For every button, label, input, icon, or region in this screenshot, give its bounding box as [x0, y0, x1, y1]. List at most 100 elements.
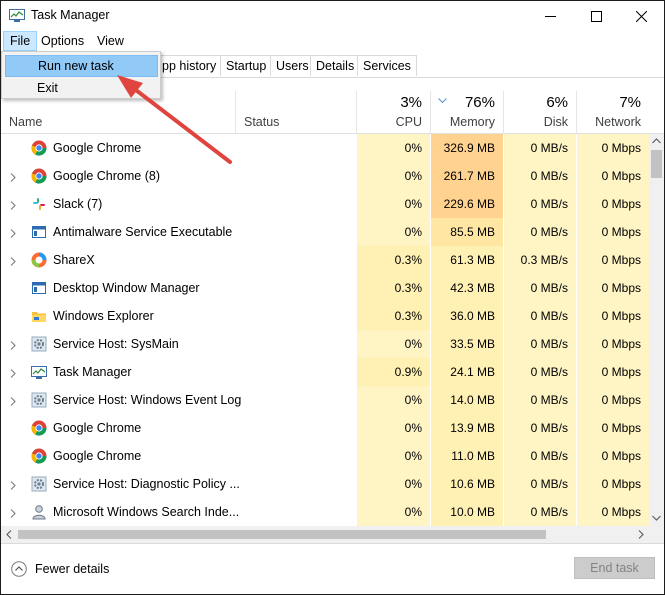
expand-chevron-icon[interactable]: [10, 507, 16, 521]
disk-cell: 0 MB/s: [503, 330, 576, 358]
window-title: Task Manager: [31, 8, 110, 22]
gear-icon: [31, 336, 47, 352]
vertical-scroll-thumb[interactable]: [651, 150, 662, 178]
scrollbar-corner: [649, 526, 664, 543]
process-name: Google Chrome: [53, 141, 142, 155]
minimize-button[interactable]: [527, 1, 573, 31]
gear-icon: [31, 392, 47, 408]
scroll-left-icon[interactable]: [6, 530, 12, 539]
vertical-scrollbar[interactable]: [649, 134, 664, 526]
network-cell: 0 Mbps: [576, 358, 649, 386]
tab-services[interactable]: Services: [357, 55, 417, 76]
fewer-details-link[interactable]: Fewer details: [11, 561, 109, 577]
memory-total: 76%: [464, 94, 495, 111]
menu-run-new-task[interactable]: Run new task: [5, 55, 158, 77]
network-cell: 0 Mbps: [576, 330, 649, 358]
disk-cell: 0 MB/s: [503, 302, 576, 330]
expand-chevron-icon[interactable]: [10, 255, 16, 269]
process-row[interactable]: Service Host: SysMain 0% 33.5 MB 0 MB/s 0 Mb…: [1, 330, 649, 358]
col-memory-label: Memory: [449, 115, 495, 129]
process-row[interactable]: Google Chrome (8) 0% 261.7 MB 0 MB/s 0 Mbps: [1, 162, 649, 190]
menu-view[interactable]: View: [91, 31, 130, 51]
process-row[interactable]: Desktop Window Manager 0.3% 42.3 MB 0 MB/s 0…: [1, 274, 649, 302]
process-row[interactable]: Service Host: Diagnostic Policy ... 0% 10.…: [1, 470, 649, 498]
network-cell: 0 Mbps: [576, 274, 649, 302]
scroll-up-icon[interactable]: [652, 138, 661, 144]
expand-chevron-icon[interactable]: [10, 171, 16, 185]
menu-options[interactable]: Options: [35, 31, 90, 51]
horizontal-scroll-thumb[interactable]: [18, 530, 546, 539]
expand-chevron-icon[interactable]: [10, 367, 16, 381]
network-value: 0 Mbps: [601, 421, 641, 435]
horizontal-scrollbar[interactable]: [1, 526, 649, 543]
tab-app-history[interactable]: pp history: [157, 55, 223, 76]
col-cpu[interactable]: 3% CPU: [356, 91, 430, 133]
process-name: ShareX: [53, 253, 95, 267]
task-manager-icon: [31, 364, 47, 380]
tab-details[interactable]: Details: [310, 55, 361, 76]
cpu-cell: 0%: [356, 190, 430, 218]
cpu-cell: 0.3%: [356, 302, 430, 330]
memory-value: 61.3 MB: [450, 253, 495, 267]
expand-chevron-icon[interactable]: [10, 339, 16, 353]
col-memory[interactable]: 76% Memory: [430, 91, 503, 133]
process-name: Service Host: Windows Event Log: [53, 393, 242, 407]
expand-chevron-icon[interactable]: [10, 479, 16, 493]
network-cell: 0 Mbps: [576, 218, 649, 246]
disk-value: 0 MB/s: [530, 197, 568, 211]
task-manager-window: Task Manager File Options View pp histor…: [0, 0, 665, 595]
process-row[interactable]: Microsoft Windows Search Inde... 0% 10.0 M…: [1, 498, 649, 526]
col-status[interactable]: Status: [235, 91, 356, 133]
process-row[interactable]: Google Chrome 0% 326.9 MB 0 MB/s 0 Mbps: [1, 134, 649, 162]
file-menu-dropdown: Run new task Exit: [1, 51, 161, 99]
network-cell: 0 Mbps: [576, 414, 649, 442]
disk-value: 0 MB/s: [530, 421, 568, 435]
col-disk[interactable]: 6% Disk: [503, 91, 576, 133]
cpu-value: 0%: [404, 169, 422, 183]
memory-value: 24.1 MB: [450, 365, 495, 379]
close-icon: [635, 10, 647, 22]
disk-cell: 0 MB/s: [503, 162, 576, 190]
close-button[interactable]: [618, 1, 664, 31]
chrome-icon: [31, 448, 47, 464]
expand-chevron-icon[interactable]: [10, 227, 16, 241]
disk-value: 0 MB/s: [530, 449, 568, 463]
network-value: 0 Mbps: [601, 281, 641, 295]
process-row[interactable]: Slack (7) 0% 229.6 MB 0 MB/s 0 Mbps: [1, 190, 649, 218]
expand-chevron-icon[interactable]: [10, 395, 16, 409]
menu-exit[interactable]: Exit: [5, 77, 158, 99]
process-row[interactable]: Service Host: Windows Event Log 0% 14.0 MB…: [1, 386, 649, 414]
cpu-cell: 0%: [356, 442, 430, 470]
cpu-cell: 0.9%: [356, 358, 430, 386]
menu-file[interactable]: File: [3, 31, 38, 51]
maximize-button[interactable]: [573, 1, 619, 31]
scroll-right-icon[interactable]: [638, 530, 644, 539]
process-row[interactable]: Task Manager 0.9% 24.1 MB 0 MB/s 0 Mbps: [1, 358, 649, 386]
end-task-button[interactable]: End task: [574, 557, 655, 579]
process-row[interactable]: Antimalware Service Executable 0% 85.5 MB 0…: [1, 218, 649, 246]
tab-startup[interactable]: Startup: [220, 55, 273, 76]
cpu-total: 3%: [400, 94, 422, 111]
expand-chevron-icon[interactable]: [10, 199, 16, 213]
process-row[interactable]: Google Chrome 0% 13.9 MB 0 MB/s 0 Mbps: [1, 414, 649, 442]
network-value: 0 Mbps: [601, 225, 641, 239]
disk-cell: 0 MB/s: [503, 358, 576, 386]
memory-value: 10.6 MB: [450, 477, 495, 491]
scroll-down-icon[interactable]: [652, 515, 661, 521]
cpu-value: 0%: [404, 337, 422, 351]
col-network-label: Network: [595, 115, 641, 129]
process-row[interactable]: Windows Explorer 0.3% 36.0 MB 0 MB/s 0 Mbps: [1, 302, 649, 330]
memory-cell: 14.0 MB: [430, 386, 503, 414]
process-row[interactable]: Google Chrome 0% 11.0 MB 0 MB/s 0 Mbps: [1, 442, 649, 470]
cpu-value: 0%: [404, 449, 422, 463]
process-name: Service Host: Diagnostic Policy ...: [53, 477, 240, 491]
memory-cell: 33.5 MB: [430, 330, 503, 358]
col-disk-label: Disk: [543, 115, 568, 129]
cpu-cell: 0%: [356, 162, 430, 190]
task-manager-icon: [9, 9, 25, 22]
disk-value: 0 MB/s: [530, 393, 568, 407]
col-network[interactable]: 7% Network: [576, 91, 649, 133]
process-row[interactable]: ShareX 0.3% 61.3 MB 0.3 MB/s 0 Mbps: [1, 246, 649, 274]
memory-value: 261.7 MB: [443, 169, 495, 183]
tab-users[interactable]: Users: [270, 55, 315, 76]
